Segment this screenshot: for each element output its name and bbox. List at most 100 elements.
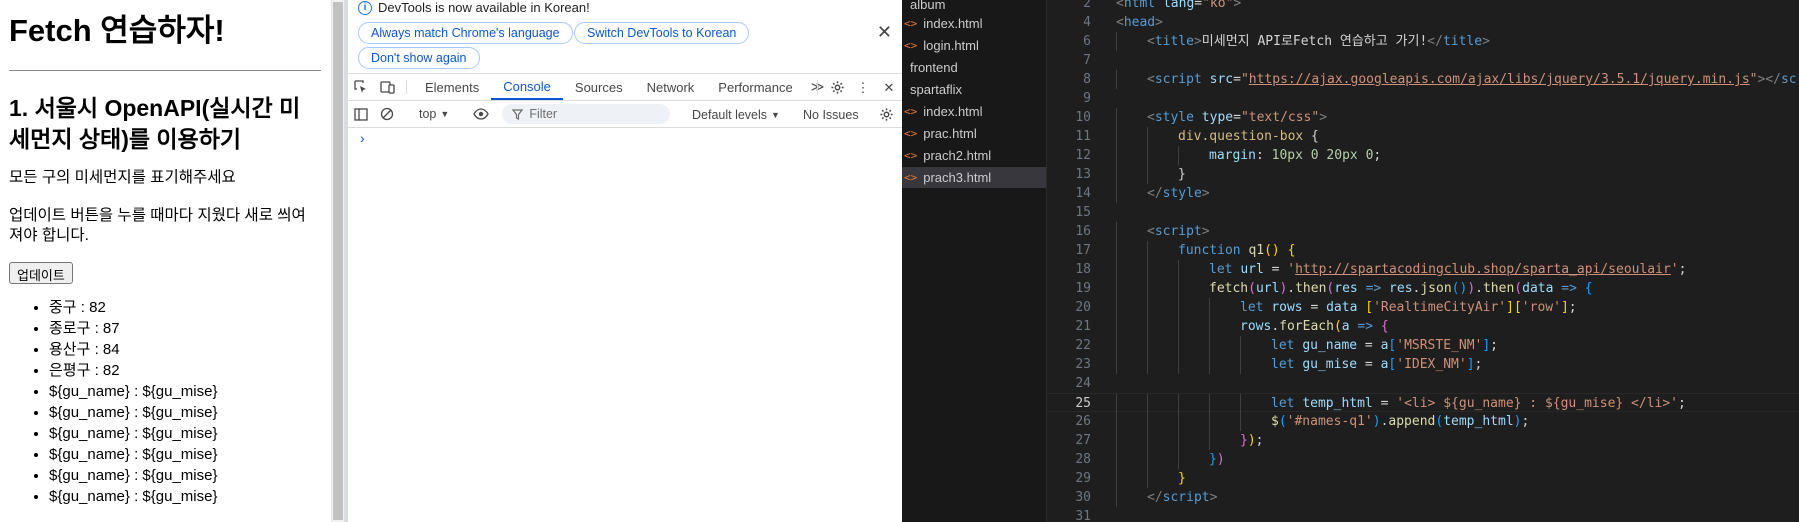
code-line[interactable]: 6 <title>미세먼지 API로Fetch 연습하고 가기!</title>	[1047, 32, 1799, 51]
indent-guide	[1209, 336, 1210, 355]
tab-elements[interactable]: Elements	[413, 74, 491, 100]
indent-guide	[1178, 336, 1179, 355]
code-token: style	[1154, 110, 1194, 125]
close-devtools-icon[interactable]: ✕	[876, 74, 902, 101]
switch-korean-button[interactable]: Switch DevTools to Korean	[574, 22, 750, 44]
indent-guide	[1116, 450, 1117, 469]
match-language-button[interactable]: Always match Chrome's language	[358, 22, 573, 44]
code-line[interactable]: 8 <script src="https://ajax.googleapis.co…	[1047, 70, 1799, 89]
sidebar-toggle-icon[interactable]	[348, 107, 374, 121]
code-line[interactable]: 11 div.question-box {	[1047, 127, 1799, 146]
code-line[interactable]: 4 <head>	[1047, 13, 1799, 32]
code-line[interactable]: 29}	[1047, 469, 1799, 488]
tab-console[interactable]: Console	[491, 74, 563, 100]
code-line[interactable]: 22 let gu_name = a['MSRSTE_NM'];	[1047, 336, 1799, 355]
page-scrollbar-thumb[interactable]	[333, 2, 343, 520]
code-line[interactable]: 27});	[1047, 431, 1799, 450]
line-number: 20	[1075, 300, 1091, 315]
code-line[interactable]: 21 rows.forEach(a => {	[1047, 317, 1799, 336]
indent-guide	[1116, 336, 1117, 355]
issues-counter[interactable]: No Issues	[803, 101, 859, 128]
code-token: >	[1482, 34, 1490, 49]
context-selector[interactable]: top ▼	[413, 107, 455, 121]
html-file-icon: <>	[904, 39, 918, 52]
close-icon[interactable]: ✕	[877, 22, 892, 43]
indent-guide	[1147, 394, 1148, 413]
console-settings-gear-icon[interactable]	[879, 107, 894, 125]
code-token: =	[1233, 110, 1241, 125]
tab-sources[interactable]: Sources	[563, 74, 635, 100]
html-file-icon: <>	[904, 127, 918, 140]
explorer-file[interactable]: <> login.html	[902, 35, 1046, 56]
code-token: https://ajax.googleapis.com/ajax/libs/jq…	[1248, 72, 1750, 87]
console-prompt-chevron-icon[interactable]: ›	[360, 130, 365, 146]
code-area[interactable]: 2 <html lang="ko"> 4 <head> 6 <title>미세먼지 API…	[1047, 0, 1799, 522]
code-line[interactable]: 28})	[1047, 450, 1799, 469]
indent-guide	[1116, 241, 1117, 260]
code-token: .	[1475, 281, 1483, 296]
code-text: }	[1178, 469, 1186, 488]
indent-guide	[1116, 108, 1117, 127]
code-token: 'RealtimeCityAir'	[1373, 300, 1507, 315]
explorer-file[interactable]: <> prac.html	[902, 123, 1046, 144]
code-line[interactable]: 14 </style>	[1047, 184, 1799, 203]
code-line[interactable]: 24	[1047, 374, 1799, 393]
explorer-folder[interactable]: frontend	[902, 57, 1046, 78]
filter-input[interactable]: Filter	[502, 104, 671, 124]
update-button[interactable]: 업데이트	[9, 262, 73, 284]
tab-network[interactable]: Network	[635, 74, 707, 100]
code-line[interactable]: 23 let gu_mise = a['IDEX_NM'];	[1047, 355, 1799, 374]
indent-guide	[1240, 394, 1241, 413]
code-token: ()	[1264, 243, 1280, 258]
inspect-element-icon[interactable]	[348, 74, 374, 100]
code-line[interactable]: 16 <script>	[1047, 222, 1799, 241]
code-line[interactable]: 9	[1047, 89, 1799, 108]
web-page: Fetch 연습하자! 1. 서울시 OpenAPI(실시간 미세먼지 상태)를…	[0, 0, 331, 522]
list-item: 용산구 : 84	[49, 339, 331, 360]
code-token: ]	[1560, 300, 1569, 315]
log-levels-dropdown[interactable]: Default levels ▼	[692, 101, 780, 128]
code-line[interactable]: 2 <html lang="ko">	[1047, 0, 1799, 13]
code-line[interactable]: 7	[1047, 51, 1799, 70]
code-line[interactable]: 10 <style type="text/css">	[1047, 108, 1799, 127]
explorer-folder[interactable]: spartaflix	[902, 79, 1046, 100]
chevron-down-icon: ▼	[440, 109, 450, 119]
clear-console-icon[interactable]	[374, 107, 400, 121]
code-token: margin	[1209, 148, 1256, 163]
explorer-item-label: frontend	[910, 60, 958, 75]
code-line[interactable]: 25 let temp_html = '<li> ${gu_name} : ${g…	[1047, 393, 1799, 413]
explorer-file[interactable]: <> prach3.html	[902, 167, 1046, 188]
explorer-item-label: album	[910, 0, 946, 12]
code-token: '	[1670, 262, 1679, 277]
dont-show-again-button[interactable]: Don't show again	[358, 47, 480, 69]
explorer-file[interactable]: <> prach2.html	[902, 145, 1046, 166]
code-line[interactable]: 15	[1047, 203, 1799, 222]
code-token: gu_mise	[1302, 357, 1358, 372]
code-line[interactable]: 30 </script>	[1047, 488, 1799, 507]
indent-guide	[1178, 260, 1179, 279]
explorer-item-label: index.html	[923, 104, 983, 119]
code-token: 'row'	[1521, 300, 1561, 315]
code-token: 10px	[1271, 148, 1303, 163]
code-line[interactable]: 13}	[1047, 165, 1799, 184]
code-line[interactable]: 20 let rows = data ['RealtimeCityAir']['r…	[1047, 298, 1799, 317]
code-line[interactable]: 19 fetch(url).then(res => res.json()).the…	[1047, 279, 1799, 298]
filter-icon	[512, 108, 524, 120]
settings-gear-icon[interactable]	[824, 74, 850, 101]
code-token: let	[1271, 396, 1295, 411]
kebab-menu-icon[interactable]: ⋮	[850, 74, 876, 101]
code-line[interactable]: 31	[1047, 507, 1799, 522]
code-line[interactable]: 18 let url = 'http://spartacodingclub.sho…	[1047, 260, 1799, 279]
explorer-file[interactable]: <> index.html	[902, 13, 1046, 34]
code-line[interactable]: 12 margin: 10px 0 20px 0;	[1047, 146, 1799, 165]
devtools-panel: i DevTools is now available in Korean! ✕…	[348, 0, 902, 522]
tab-performance[interactable]: Performance	[706, 74, 804, 100]
explorer-file[interactable]: <> index.html	[902, 101, 1046, 122]
code-token: <	[1147, 34, 1155, 49]
code-line[interactable]: 17 function q1() {	[1047, 241, 1799, 260]
page-scrollbar[interactable]	[331, 0, 344, 522]
code-token: }	[1209, 452, 1217, 467]
device-toolbar-icon[interactable]	[374, 74, 400, 100]
live-expression-eye-icon[interactable]	[468, 108, 494, 120]
code-line[interactable]: 26 $('#names-q1').append(temp_html);	[1047, 412, 1799, 431]
